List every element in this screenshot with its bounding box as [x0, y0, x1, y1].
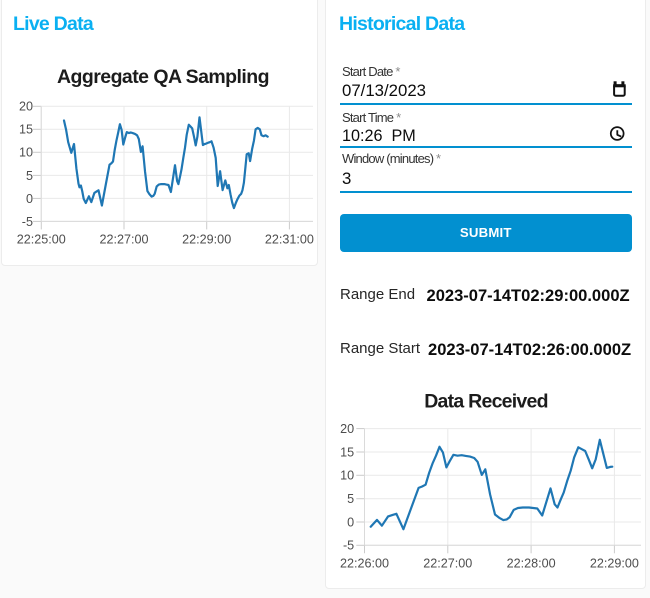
- svg-text:Data Received: Data Received: [424, 391, 548, 413]
- svg-text:22:27:00: 22:27:00: [99, 232, 148, 246]
- svg-text:5: 5: [26, 169, 33, 183]
- svg-text:5: 5: [347, 492, 354, 506]
- svg-text:22:26:00: 22:26:00: [340, 556, 389, 570]
- svg-text:22:25:00: 22:25:00: [17, 232, 66, 246]
- svg-text:-5: -5: [22, 215, 33, 229]
- svg-text:22:29:00: 22:29:00: [182, 232, 231, 246]
- svg-text:15: 15: [340, 445, 354, 459]
- svg-text:-5: -5: [343, 539, 354, 553]
- svg-text:22:31:00: 22:31:00: [265, 232, 314, 246]
- svg-text:0: 0: [347, 515, 354, 529]
- svg-text:22:28:00: 22:28:00: [507, 556, 556, 570]
- svg-text:22:29:00: 22:29:00: [590, 556, 639, 570]
- svg-text:Aggregate QA Sampling: Aggregate QA Sampling: [57, 66, 269, 88]
- svg-text:15: 15: [19, 123, 33, 137]
- svg-text:0: 0: [26, 192, 33, 206]
- svg-text:10: 10: [19, 146, 33, 160]
- svg-text:20: 20: [19, 100, 33, 114]
- svg-text:20: 20: [340, 422, 354, 436]
- svg-text:22:27:00: 22:27:00: [423, 556, 472, 570]
- svg-text:10: 10: [340, 469, 354, 483]
